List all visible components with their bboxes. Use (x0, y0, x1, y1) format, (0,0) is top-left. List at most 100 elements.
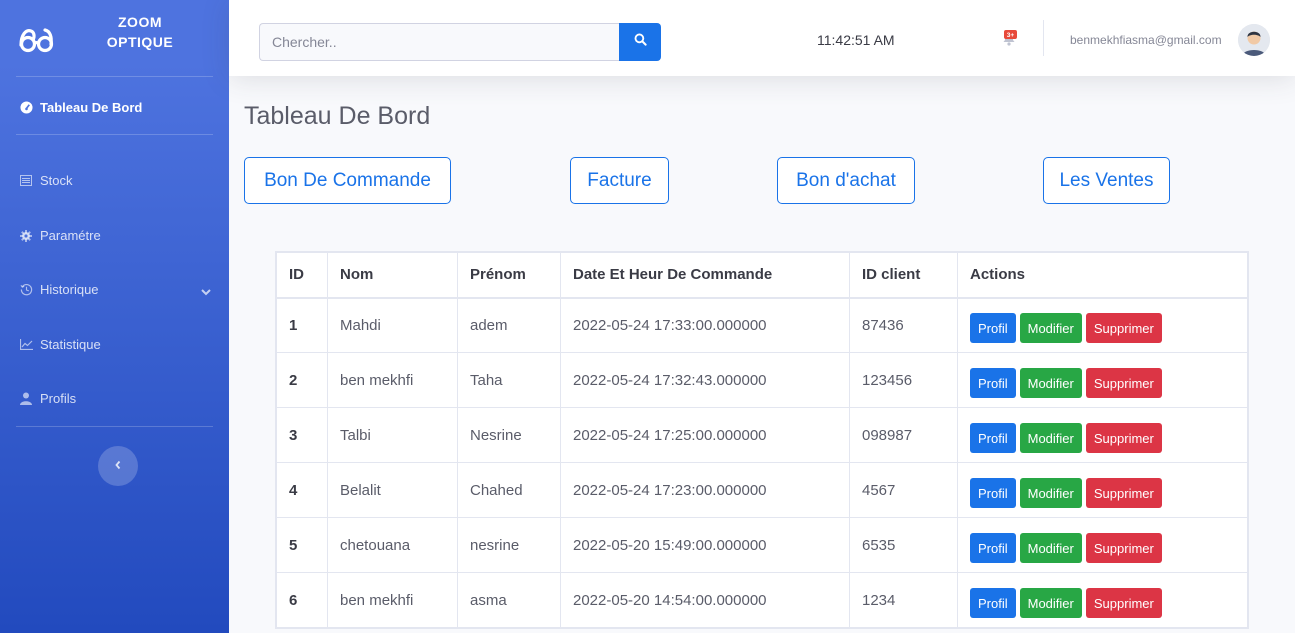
cell-nom: Mahdi (327, 297, 458, 353)
table-body: 1 Mahdi adem 2022-05-24 17:33:00.000000 8743… (276, 297, 1248, 628)
table-header-row: ID Nom Prénom Date Et Heur De Commande I… (276, 252, 1248, 299)
brand-line-1: ZOOM (118, 14, 162, 30)
cell-prenom: adem (457, 297, 561, 353)
column-header-id-client: ID client (849, 252, 958, 299)
cell-id-client: 87436 (849, 297, 958, 353)
cell-prenom: Chahed (457, 462, 561, 518)
sidebar: ZOOM OPTIQUE Tableau De Bord Stock Param… (0, 0, 229, 633)
modifier-button[interactable]: Modifier (1019, 588, 1082, 618)
cell-nom: Talbi (327, 407, 458, 463)
cell-id: 3 (276, 407, 328, 463)
user-icon (19, 392, 33, 406)
cell-actions: Profil Modifier Supprimer (957, 572, 1248, 628)
supprimer-button[interactable]: Supprimer (1085, 423, 1162, 453)
cell-id-client: 098987 (849, 407, 958, 463)
table-row: 3 Talbi Nesrine 2022-05-24 17:25:00.000000 0… (276, 407, 1248, 463)
alert-icon[interactable]: 3+ (1001, 30, 1017, 46)
list-icon (19, 174, 33, 188)
brand[interactable]: ZOOM OPTIQUE (0, 0, 229, 76)
search-button[interactable] (619, 23, 661, 61)
column-header-prenom: Prénom (457, 252, 561, 299)
search-bar (259, 23, 661, 61)
glasses-icon (18, 18, 58, 58)
cell-actions: Profil Modifier Supprimer (957, 462, 1248, 518)
action-buttons: Profil Modifier Supprimer (970, 417, 1235, 453)
column-header-nom: Nom (327, 252, 458, 299)
cell-id: 4 (276, 462, 328, 518)
profil-button[interactable]: Profil (970, 533, 1016, 563)
bon-de-commande-button[interactable]: Bon De Commande (244, 157, 451, 204)
user-email[interactable]: benmekhfiasma@gmail.com (1070, 33, 1222, 47)
clock: 11:42:51 AM (817, 32, 895, 48)
cell-date: 2022-05-24 17:23:00.000000 (560, 462, 850, 518)
cell-prenom: nesrine (457, 517, 561, 573)
sidebar-item-profils[interactable]: Profils (0, 391, 229, 406)
profil-button[interactable]: Profil (970, 368, 1016, 398)
cell-id: 6 (276, 572, 328, 628)
chart-icon (19, 338, 33, 352)
cell-prenom: Nesrine (457, 407, 561, 463)
table-row: 5 chetouana nesrine 2022-05-20 15:49:00.000… (276, 517, 1248, 573)
sidebar-item-label: Paramétre (40, 228, 101, 243)
page-title: Tableau De Bord (244, 102, 431, 130)
cell-id-client: 4567 (849, 462, 958, 518)
cell-actions: Profil Modifier Supprimer (957, 352, 1248, 408)
supprimer-button[interactable]: Supprimer (1085, 478, 1162, 508)
facture-button[interactable]: Facture (570, 157, 669, 204)
profil-button[interactable]: Profil (970, 588, 1016, 618)
sidebar-toggle-button[interactable] (98, 446, 138, 486)
cell-id-client: 1234 (849, 572, 958, 628)
cell-id: 5 (276, 517, 328, 573)
profil-button[interactable]: Profil (970, 423, 1016, 453)
les-ventes-button[interactable]: Les Ventes (1043, 157, 1170, 204)
sidebar-item-parametre[interactable]: Paramétre (0, 228, 229, 243)
sidebar-item-label: Tableau De Bord (40, 100, 143, 115)
table-row: 1 Mahdi adem 2022-05-24 17:33:00.000000 8743… (276, 297, 1248, 353)
search-input[interactable] (259, 23, 619, 61)
modifier-button[interactable]: Modifier (1019, 368, 1082, 398)
sidebar-item-label: Stock (40, 173, 73, 188)
sidebar-item-historique[interactable]: Historique (0, 282, 229, 297)
column-header-id: ID (276, 252, 328, 299)
action-buttons: Profil Modifier Supprimer (970, 527, 1235, 563)
sidebar-item-label: Profils (40, 391, 77, 406)
cell-actions: Profil Modifier Supprimer (957, 517, 1248, 573)
cell-id: 2 (276, 352, 328, 408)
profil-button[interactable]: Profil (970, 313, 1016, 344)
cell-id: 1 (276, 297, 328, 353)
sidebar-divider (16, 76, 213, 77)
supprimer-button[interactable]: Supprimer (1085, 588, 1162, 618)
cell-date: 2022-05-24 17:32:43.000000 (560, 352, 850, 408)
cell-date: 2022-05-24 17:33:00.000000 (560, 297, 850, 353)
modifier-button[interactable]: Modifier (1019, 313, 1082, 344)
cell-nom: ben mekhfi (327, 572, 458, 628)
supprimer-button[interactable]: Supprimer (1085, 368, 1162, 398)
chevron-left-icon (114, 457, 122, 475)
sidebar-item-tableau-de-bord[interactable]: Tableau De Bord (0, 100, 229, 115)
cell-date: 2022-05-20 14:54:00.000000 (560, 572, 850, 628)
sidebar-item-stock[interactable]: Stock (0, 173, 229, 188)
chevron-down-icon[interactable] (201, 284, 211, 299)
sidebar-item-statistique[interactable]: Statistique (0, 337, 229, 352)
gear-icon (19, 229, 33, 243)
cell-nom: Belalit (327, 462, 458, 518)
supprimer-button[interactable]: Supprimer (1085, 533, 1162, 563)
cell-actions: Profil Modifier Supprimer (957, 407, 1248, 463)
action-buttons: Profil Modifier Supprimer (970, 582, 1235, 618)
cell-nom: chetouana (327, 517, 458, 573)
supprimer-button[interactable]: Supprimer (1085, 313, 1162, 344)
table-row: 6 ben mekhfi asma 2022-05-20 14:54:00.00000… (276, 572, 1248, 628)
profil-button[interactable]: Profil (970, 478, 1016, 508)
cell-date: 2022-05-20 15:49:00.000000 (560, 517, 850, 573)
modifier-button[interactable]: Modifier (1019, 478, 1082, 508)
avatar[interactable] (1238, 24, 1270, 56)
modifier-button[interactable]: Modifier (1019, 533, 1082, 563)
orders-table: ID Nom Prénom Date Et Heur De Commande I… (275, 251, 1249, 629)
column-header-actions: Actions (957, 252, 1248, 299)
bon-dachat-button[interactable]: Bon d'achat (777, 157, 915, 204)
cell-prenom: Taha (457, 352, 561, 408)
modifier-button[interactable]: Modifier (1019, 423, 1082, 453)
topbar-divider (1043, 20, 1044, 56)
sidebar-divider (16, 426, 213, 427)
table-row: 4 Belalit Chahed 2022-05-24 17:23:00.000000… (276, 462, 1248, 518)
